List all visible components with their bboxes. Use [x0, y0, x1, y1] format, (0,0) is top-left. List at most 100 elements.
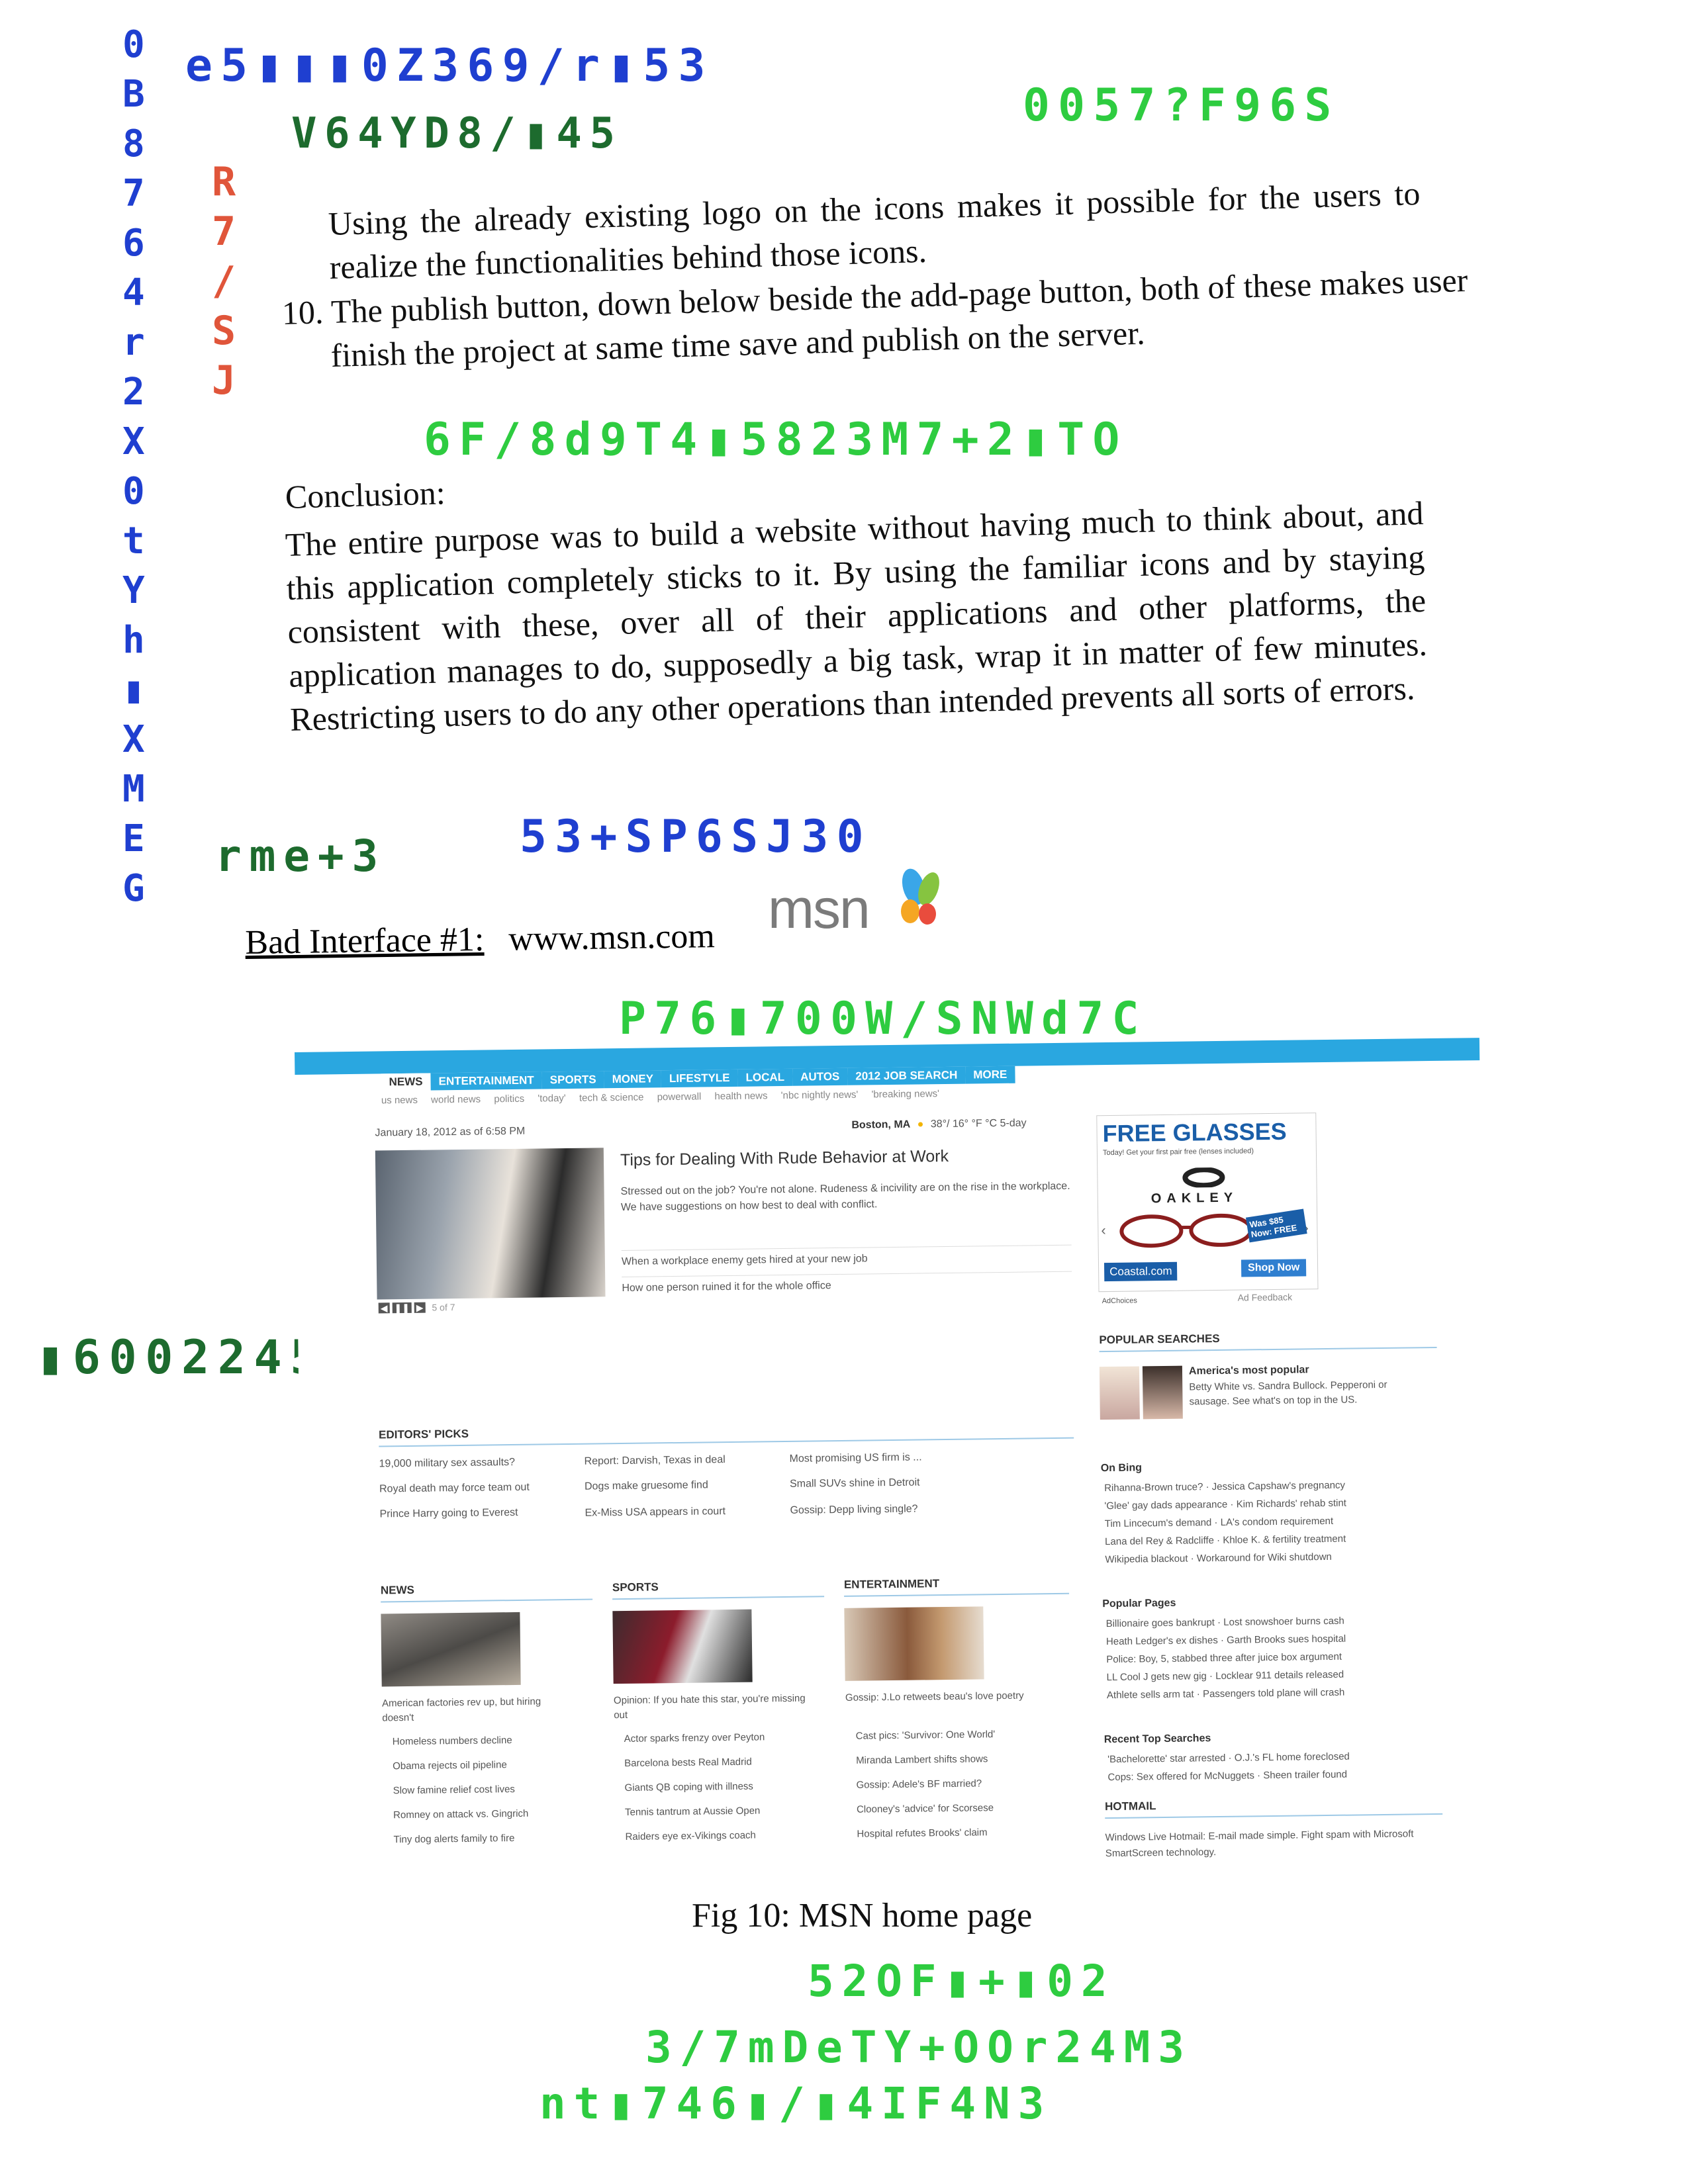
- pause-icon[interactable]: ❚❚: [392, 1302, 412, 1314]
- recent-link[interactable]: 'Bachelorette' star arrested: [1107, 1752, 1226, 1765]
- editors-link[interactable]: 19,000 military sex assaults?: [379, 1456, 578, 1471]
- oakley-ad[interactable]: FREE GLASSES Today! Get your first pair …: [1096, 1113, 1319, 1293]
- nav-money[interactable]: MONEY: [604, 1070, 662, 1089]
- scribble: B: [122, 73, 145, 116]
- bing-link[interactable]: Workaround for Wiki shutdown: [1197, 1551, 1332, 1564]
- nav-job-search[interactable]: 2012 JOB SEARCH: [847, 1066, 966, 1085]
- news-link[interactable]: Homeless numbers decline: [393, 1734, 591, 1747]
- related-link-1[interactable]: When a workplace enemy gets hired at you…: [621, 1244, 1072, 1268]
- subnav-link[interactable]: 'breaking news': [871, 1088, 939, 1100]
- slideshow-controls[interactable]: ◀ ❚❚ ▶ 5 of 7: [378, 1302, 455, 1314]
- entertainment-link[interactable]: Miranda Lambert shifts shows: [856, 1752, 1061, 1766]
- editors-link[interactable]: Gossip: Depp living single?: [790, 1502, 1002, 1517]
- editors-link[interactable]: Report: Darvish, Texas in deal: [584, 1453, 782, 1468]
- sports-link[interactable]: Giants QB coping with illness: [625, 1780, 823, 1794]
- page-link[interactable]: Passengers told plane will crash: [1203, 1687, 1344, 1700]
- subnav-link[interactable]: powerwall: [657, 1091, 702, 1103]
- news-photo[interactable]: [381, 1612, 521, 1687]
- page-link[interactable]: Police: Boy, 5, stabbed three after juic…: [1106, 1651, 1342, 1665]
- popular-heading[interactable]: America's most popular: [1189, 1364, 1309, 1377]
- news-link[interactable]: Obama rejects oil pipeline: [393, 1758, 591, 1772]
- nav-news[interactable]: NEWS: [381, 1073, 431, 1091]
- subnav-link[interactable]: 'nbc nightly news': [781, 1089, 859, 1101]
- popular-photo-2[interactable]: [1142, 1365, 1183, 1420]
- feature-headline[interactable]: Tips for Dealing With Rude Behavior at W…: [620, 1147, 949, 1170]
- entertainment-link[interactable]: Gossip: Adele's BF married?: [856, 1777, 1061, 1790]
- news-link[interactable]: Romney on attack vs. Gingrich: [393, 1807, 592, 1821]
- feature-photo[interactable]: [375, 1148, 606, 1300]
- nav-entertainment[interactable]: ENTERTAINMENT: [430, 1071, 542, 1091]
- ad-choices[interactable]: AdChoices: [1102, 1297, 1137, 1305]
- nav-local[interactable]: LOCAL: [737, 1068, 793, 1087]
- page-link[interactable]: Lost snowshoer burns cash: [1223, 1615, 1344, 1628]
- weather-city[interactable]: Boston, MA: [851, 1119, 910, 1131]
- recent-link[interactable]: Sheen trailer found: [1263, 1769, 1347, 1782]
- page-link[interactable]: Heath Ledger's ex dishes: [1106, 1635, 1218, 1647]
- bing-link[interactable]: Rihanna-Brown truce?: [1104, 1481, 1203, 1494]
- entertainment-link[interactable]: Cast pics: 'Survivor: One World': [856, 1728, 1061, 1742]
- prev-icon[interactable]: ◀: [378, 1302, 390, 1314]
- next-icon[interactable]: ▶: [414, 1302, 426, 1313]
- entertainment-photo[interactable]: [844, 1606, 984, 1681]
- scribble-row: 52OF▮+▮02: [808, 1956, 1115, 2007]
- subnav-link[interactable]: tech & science: [579, 1092, 644, 1104]
- left-arrow-icon[interactable]: ‹: [1101, 1222, 1106, 1239]
- ad-feedback-link[interactable]: Ad Feedback: [1238, 1292, 1293, 1303]
- editors-link[interactable]: Dogs make gruesome find: [585, 1479, 783, 1493]
- page-link[interactable]: LL Cool J gets new gig: [1107, 1670, 1207, 1683]
- editors-link[interactable]: Prince Harry going to Everest: [379, 1506, 578, 1521]
- subnav-link[interactable]: 'today': [538, 1093, 566, 1105]
- news-list: Homeless numbers decline Obama rejects o…: [393, 1734, 592, 1859]
- news-link[interactable]: Slow famine relief cost lives: [393, 1783, 592, 1796]
- entertainment-link[interactable]: Hospital refutes Brooks' claim: [857, 1826, 1062, 1839]
- page-link[interactable]: Athlete sells arm tat: [1107, 1688, 1194, 1701]
- scribble-row: 3/7mDeTY+OOr24M3: [645, 2022, 1192, 2073]
- bing-link[interactable]: Kim Richards' rehab stint: [1237, 1498, 1346, 1510]
- news-caption[interactable]: American factories rev up, but hiring do…: [382, 1694, 575, 1726]
- sports-link[interactable]: Barcelona bests Real Madrid: [624, 1755, 823, 1769]
- editors-link[interactable]: Ex-Miss USA appears in court: [585, 1505, 783, 1520]
- subnav-link[interactable]: politics: [494, 1093, 524, 1105]
- subnav-link[interactable]: health news: [714, 1090, 767, 1102]
- page-link[interactable]: Locklear 911 details released: [1215, 1669, 1344, 1682]
- nav-more[interactable]: MORE: [965, 1066, 1015, 1084]
- bing-link[interactable]: Lana del Rey & Radcliffe: [1105, 1535, 1214, 1547]
- popular-text: Betty White vs. Sandra Bullock. Pepperon…: [1189, 1379, 1387, 1408]
- bing-link[interactable]: Wikipedia blackout: [1105, 1553, 1188, 1566]
- entertainment-link[interactable]: Clooney's 'advice' for Scorsese: [857, 1801, 1062, 1815]
- entertainment-caption[interactable]: Gossip: J.Lo retweets beau's love poetry: [845, 1688, 1057, 1706]
- subnav-link[interactable]: us news: [381, 1095, 418, 1107]
- sports-link[interactable]: Raiders eye ex-Vikings coach: [625, 1829, 823, 1843]
- news-link[interactable]: Tiny dog alerts family to fire: [393, 1832, 592, 1845]
- editors-link[interactable]: Most promising US firm is ...: [789, 1451, 1001, 1465]
- editors-link[interactable]: Small SUVs shine in Detroit: [790, 1476, 1002, 1490]
- bing-link[interactable]: Tim Lincecum's demand: [1105, 1517, 1212, 1529]
- page-link[interactable]: Garth Brooks sues hospital: [1227, 1633, 1346, 1646]
- subnav-link[interactable]: world news: [431, 1094, 481, 1106]
- msn-date: January 18, 2012 as of 6:58 PM: [375, 1125, 526, 1139]
- bing-link[interactable]: Khloe K. & fertility treatment: [1223, 1533, 1346, 1546]
- bing-link[interactable]: Jessica Capshaw's pregnancy: [1212, 1480, 1346, 1492]
- nav-lifestyle[interactable]: LIFESTYLE: [661, 1069, 738, 1088]
- scribble-row: e5▮▮▮0Z369/r▮53: [185, 40, 714, 92]
- page-link[interactable]: Billionaire goes bankrupt: [1106, 1617, 1215, 1629]
- popular-photo-1[interactable]: [1099, 1366, 1140, 1420]
- shop-now-button[interactable]: Shop Now: [1241, 1259, 1307, 1277]
- nav-sports[interactable]: SPORTS: [541, 1071, 604, 1089]
- sports-caption[interactable]: Opinion: If you hate this star, you're m…: [614, 1692, 806, 1723]
- sports-link[interactable]: Tennis tantrum at Aussie Open: [625, 1804, 823, 1817]
- recent-link[interactable]: Cops: Sex offered for McNuggets: [1107, 1770, 1254, 1783]
- sports-photo[interactable]: [612, 1609, 753, 1684]
- editors-link[interactable]: Royal death may force team out: [379, 1481, 578, 1496]
- scribble: R: [212, 159, 236, 205]
- bing-link[interactable]: 'Glee' gay dads appearance: [1104, 1499, 1227, 1512]
- nav-autos[interactable]: AUTOS: [792, 1068, 848, 1086]
- bing-link[interactable]: LA's condom requirement: [1221, 1516, 1334, 1528]
- sports-link[interactable]: Actor sparks frenzy over Peyton: [624, 1731, 823, 1745]
- related-link-2[interactable]: How one person ruined it for the whole o…: [622, 1271, 1072, 1295]
- editors-column-2: Report: Darvish, Texas in deal Dogs make…: [584, 1453, 783, 1533]
- ad-store[interactable]: Coastal.com: [1103, 1261, 1178, 1282]
- msn-logo: msn: [768, 864, 966, 943]
- scribble: X: [122, 718, 145, 761]
- recent-link[interactable]: O.J.'s FL home foreclosed: [1235, 1751, 1350, 1764]
